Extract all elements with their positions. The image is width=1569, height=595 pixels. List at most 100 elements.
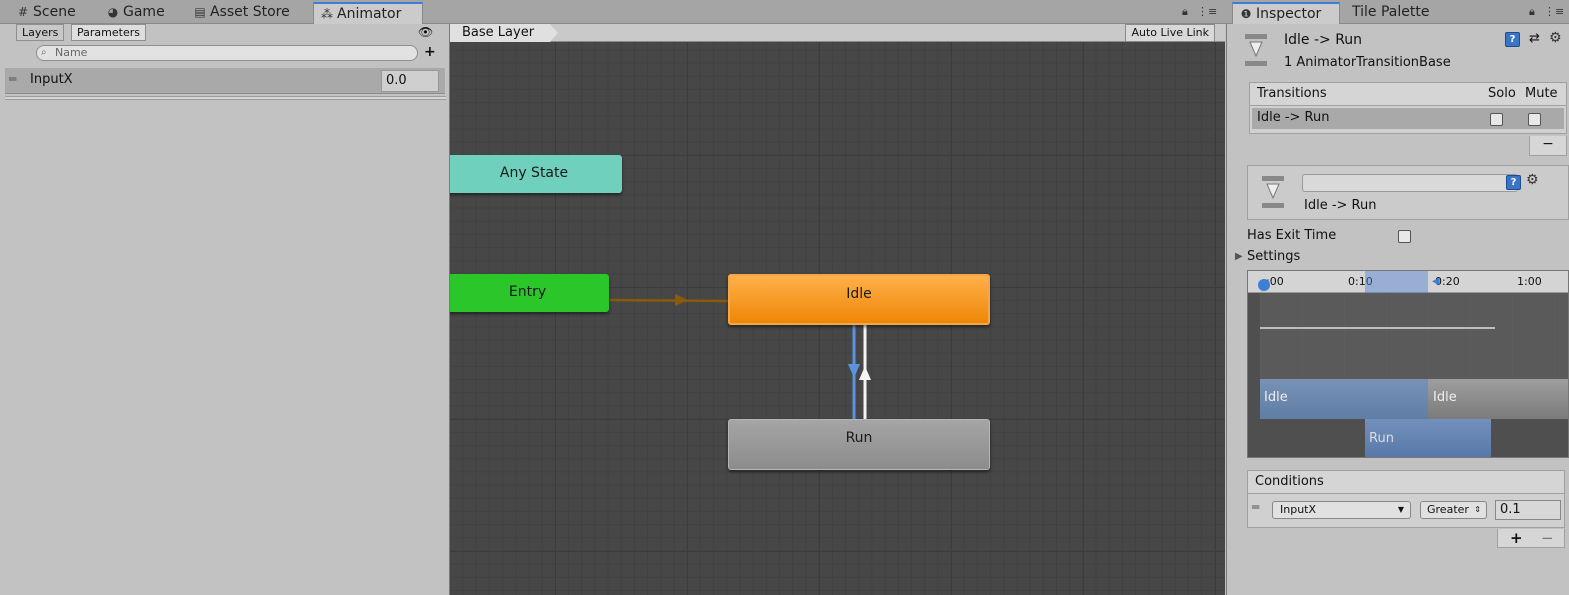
eye-icon[interactable]: 👁︎ xyxy=(418,25,433,39)
parameters-panel: Layers Parameters 👁︎ ⌕ Name + ═ InputX 0… xyxy=(0,24,450,595)
source-state-next-bar[interactable]: Idle xyxy=(1428,379,1568,419)
conditions-list: ═ InputX ▼ Greater ⇕ 0.1 xyxy=(1247,494,1565,528)
parameter-row[interactable]: ═ InputX 0.0 xyxy=(5,68,445,94)
transition-details: ? ⚙ Idle -> Run xyxy=(1247,165,1569,220)
curve-area xyxy=(1260,293,1568,379)
preset-icon[interactable]: ⇄ xyxy=(1529,31,1540,46)
search-icon: ⌕ xyxy=(41,47,47,58)
small-help-icon[interactable]: ? xyxy=(1506,175,1521,190)
destination-state-label: Run xyxy=(1369,431,1394,446)
condition-parameter-value: InputX xyxy=(1280,503,1317,516)
tab-inspector-label: Inspector xyxy=(1256,6,1322,22)
run-node[interactable]: Run xyxy=(728,419,990,470)
inspector-subtitle: 1 AnimatorTransitionBase xyxy=(1284,55,1451,70)
dropdown-arrow-icon: ▼ xyxy=(1397,505,1404,514)
tab-scene[interactable]: # Scene xyxy=(10,2,90,24)
transition-name-field[interactable] xyxy=(1302,174,1518,192)
info-icon: ❶ xyxy=(1240,7,1252,21)
tab-game-label: Game xyxy=(123,4,165,20)
idle-to-run-arrow xyxy=(848,364,860,378)
weight-curve xyxy=(1260,327,1495,329)
tab-parameters[interactable]: Parameters xyxy=(71,24,146,41)
inspector-menu-icon[interactable]: ⋮≡ xyxy=(1544,5,1564,18)
conditions-label: Conditions xyxy=(1255,474,1324,489)
any-state-node[interactable]: Any State xyxy=(450,155,622,193)
tab-asset-store-label: Asset Store xyxy=(210,4,290,20)
condition-value-field[interactable]: 0.1 xyxy=(1495,500,1561,520)
help-icon[interactable]: ? xyxy=(1505,32,1520,47)
tab-scene-label: Scene xyxy=(33,4,76,20)
has-exit-time-label: Has Exit Time xyxy=(1247,228,1337,243)
animator-graph[interactable]: Base Layer Auto Live Link Any State Entr… xyxy=(450,24,1225,595)
add-parameter-button[interactable]: + xyxy=(424,44,436,60)
add-condition-button[interactable]: + xyxy=(1510,529,1523,547)
tab-layers[interactable]: Layers xyxy=(16,24,65,41)
playhead-marker[interactable] xyxy=(1258,279,1270,291)
parameter-value-field[interactable]: 0.0 xyxy=(381,70,439,92)
condition-mode-dropdown[interactable]: Greater ⇕ xyxy=(1420,501,1487,519)
search-placeholder: Name xyxy=(55,46,88,59)
destination-state-bar[interactable]: Run xyxy=(1365,419,1491,457)
remove-condition-button[interactable]: − xyxy=(1541,529,1554,547)
drag-handle-icon[interactable]: ═ xyxy=(9,72,16,86)
settings-label[interactable]: Settings xyxy=(1247,249,1300,264)
tab-inspector[interactable]: ❶ Inspector xyxy=(1232,2,1340,24)
idle-label: Idle xyxy=(846,286,872,302)
grid-icon: # xyxy=(17,5,29,19)
tab-animator-label: Animator xyxy=(337,6,402,22)
small-gear-icon[interactable]: ⚙ xyxy=(1526,172,1539,188)
has-exit-time-checkbox[interactable] xyxy=(1398,230,1411,243)
parameter-search-input[interactable]: ⌕ Name xyxy=(36,45,418,61)
source-state-next-label: Idle xyxy=(1433,390,1457,405)
solo-checkbox[interactable] xyxy=(1490,113,1503,126)
window-tab-bar: # Scene ◕ Game ▤ Asset Store ⁂ Animator 🔒︎ ⋮… xyxy=(0,0,1569,24)
remove-transition-button[interactable]: − xyxy=(1529,136,1567,156)
any-state-label: Any State xyxy=(499,165,569,181)
run-to-idle-arrow xyxy=(859,366,871,380)
mute-checkbox[interactable] xyxy=(1528,113,1541,126)
entry-label: Entry xyxy=(508,284,547,300)
condition-buttons: + − xyxy=(1497,529,1565,548)
run-label: Run xyxy=(845,430,873,446)
transition-end-marker[interactable]: ◀ xyxy=(1432,276,1440,287)
condition-parameter-dropdown[interactable]: InputX ▼ xyxy=(1272,501,1411,519)
updown-arrow-icon: ⇕ xyxy=(1474,505,1481,514)
mute-label: Mute xyxy=(1525,86,1558,101)
entry-transition-arrow xyxy=(675,294,688,306)
transitions-header: Transitions Solo Mute xyxy=(1249,82,1567,106)
conditions-header: Conditions xyxy=(1247,470,1565,494)
divider xyxy=(5,96,446,100)
lock-icon[interactable]: 🔒︎ xyxy=(1182,5,1188,19)
tab-asset-store[interactable]: ▤ Asset Store xyxy=(187,2,307,24)
pacman-icon: ◕ xyxy=(107,5,119,19)
inspector-panel: Idle -> Run 1 AnimatorTransitionBase ? ⇄… xyxy=(1226,24,1569,595)
animator-icon: ⁂ xyxy=(321,7,333,21)
source-state-label: Idle xyxy=(1264,390,1288,405)
entry-node[interactable]: Entry xyxy=(450,274,609,312)
gear-icon[interactable]: ⚙ xyxy=(1549,30,1562,46)
source-state-bar[interactable]: Idle xyxy=(1260,379,1428,419)
transition-small-icon xyxy=(1262,176,1284,208)
transitions-label: Transitions xyxy=(1257,86,1327,101)
time-label-3: 1:00 xyxy=(1517,275,1542,288)
entry-transition-line[interactable] xyxy=(609,298,729,303)
menu-icon[interactable]: ⋮≡ xyxy=(1197,5,1217,18)
solo-label: Solo xyxy=(1488,86,1516,101)
tab-game[interactable]: ◕ Game xyxy=(100,2,180,24)
transition-timeline[interactable]: :00 0:10 0:20 1:00 ◀ Idle Idle Run xyxy=(1247,270,1569,458)
settings-foldout-icon[interactable]: ▶ xyxy=(1235,251,1243,262)
idle-node[interactable]: Idle xyxy=(728,274,990,325)
store-icon: ▤ xyxy=(194,5,206,19)
inspector-lock-icon[interactable]: 🔒︎ xyxy=(1529,5,1535,19)
condition-drag-handle-icon[interactable]: ═ xyxy=(1252,500,1259,514)
tab-animator[interactable]: ⁂ Animator xyxy=(313,2,423,24)
condition-mode-value: Greater xyxy=(1427,503,1469,516)
transition-name: Idle -> Run xyxy=(1304,198,1377,213)
tab-tile-palette[interactable]: Tile Palette xyxy=(1346,2,1446,24)
transition-icon xyxy=(1245,34,1267,66)
parameter-name[interactable]: InputX xyxy=(30,72,73,87)
inspector-title: Idle -> Run xyxy=(1284,32,1363,48)
transitions-list: Idle -> Run xyxy=(1249,106,1567,134)
transition-row-label: Idle -> Run xyxy=(1257,110,1330,125)
transition-row[interactable]: Idle -> Run xyxy=(1252,108,1564,129)
